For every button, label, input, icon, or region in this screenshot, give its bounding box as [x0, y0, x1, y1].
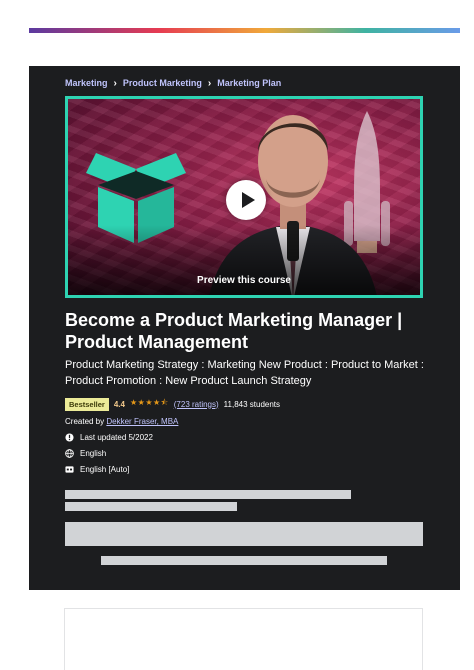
breadcrumb-item-marketing[interactable]: Marketing	[65, 78, 108, 88]
breadcrumb: Marketing › Product Marketing › Marketin…	[65, 76, 281, 90]
last-updated-row: Last updated 5/2022	[65, 431, 153, 443]
chevron-right-icon: ›	[207, 77, 212, 89]
rating-score: 4.4	[113, 399, 125, 409]
breadcrumb-item-product-marketing[interactable]: Product Marketing	[123, 78, 202, 88]
course-title: Become a Product Marketing Manager | Pro…	[65, 310, 403, 352]
course-subtitle: Product Marketing Strategy : Marketing N…	[65, 359, 424, 387]
last-updated-text: Last updated 5/2022	[80, 432, 153, 442]
content-card	[64, 608, 423, 670]
closed-captions-icon	[65, 465, 74, 473]
globe-icon	[65, 448, 74, 458]
placeholder-line	[65, 502, 237, 511]
course-preview-video[interactable]: Preview this course	[65, 96, 423, 298]
breadcrumb-item-marketing-plan[interactable]: Marketing Plan	[217, 78, 281, 88]
placeholder-line	[101, 556, 387, 565]
course-header-card: Marketing › Product Marketing › Marketin…	[29, 66, 460, 590]
created-by-label: Created by	[65, 417, 105, 426]
captions-text: English [Auto]	[80, 464, 130, 474]
chevron-right-icon: ›	[113, 77, 117, 89]
captions-row: English [Auto]	[65, 463, 129, 475]
students-count: 11,843 students	[223, 399, 281, 409]
preview-label: Preview this course	[197, 275, 291, 286]
instructor-link[interactable]: Dekker Fraser, MBA	[106, 417, 178, 426]
top-color-bar	[29, 28, 460, 33]
language-text: English	[80, 448, 107, 458]
placeholder-line	[65, 490, 351, 499]
bestseller-badge: Bestseller	[65, 397, 109, 411]
created-by: Created by Dekker Fraser, MBA	[65, 417, 178, 426]
play-icon	[241, 192, 255, 208]
alert-badge-icon	[65, 432, 74, 442]
star-rating-icon: ★★★★⯪	[129, 398, 169, 407]
placeholder-button	[65, 522, 423, 546]
rating-row: Bestseller 4.4 ★★★★⯪ (723 ratings) 11,84…	[65, 397, 280, 411]
play-button[interactable]	[226, 180, 266, 220]
ratings-count-link[interactable]: (723 ratings)	[174, 400, 219, 409]
language-row: English	[65, 447, 106, 459]
